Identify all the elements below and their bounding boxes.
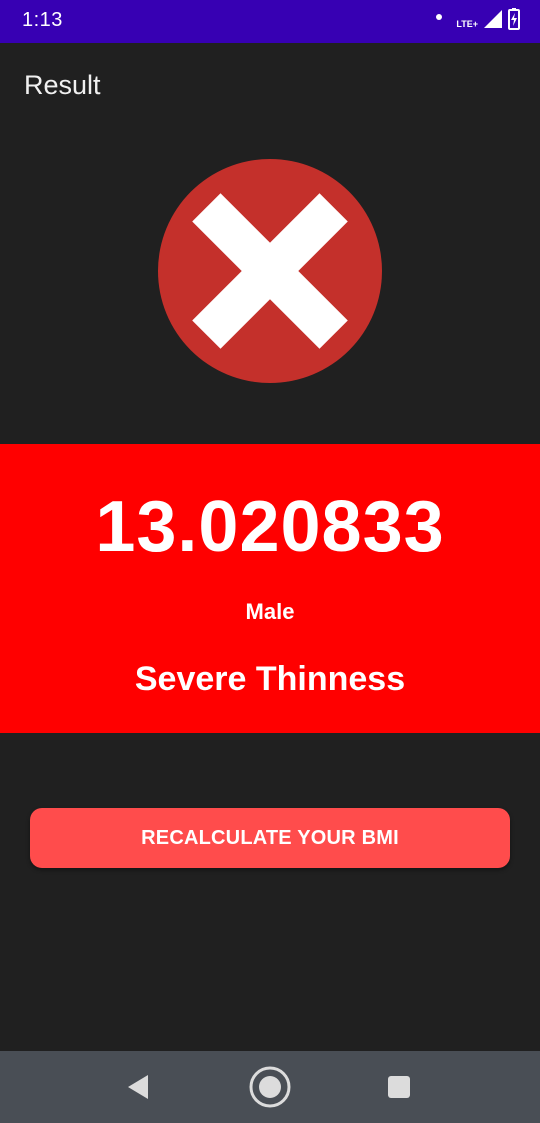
gender-label: Male (245, 599, 295, 624)
home-icon[interactable] (248, 1065, 292, 1109)
result-screen: 1:13 LTE+ Result 13.020833 Male Severe T… (0, 0, 540, 1123)
lte-icon: LTE+ (456, 19, 478, 29)
result-panel: 13.020833 Male Severe Thinness (0, 444, 540, 733)
notification-dot-icon (436, 14, 443, 20)
signal-icon (484, 9, 502, 33)
bmi-category: Severe Thinness (134, 660, 406, 698)
status-bar: 1:13 LTE+ (0, 0, 540, 43)
recalculate-button[interactable]: RECALCULATE YOUR BMI (30, 808, 510, 868)
status-icons: LTE+ (436, 7, 520, 35)
page-title: Result (24, 70, 101, 100)
bmi-value: 13.020833 (95, 487, 445, 567)
recents-icon[interactable] (377, 1065, 421, 1109)
back-icon[interactable] (116, 1065, 160, 1109)
battery-charging-icon (508, 7, 520, 35)
app-bar: Result (0, 43, 540, 129)
navigation-bar (0, 1051, 540, 1123)
cross-icon (157, 158, 383, 384)
status-time: 1:13 (22, 9, 63, 31)
